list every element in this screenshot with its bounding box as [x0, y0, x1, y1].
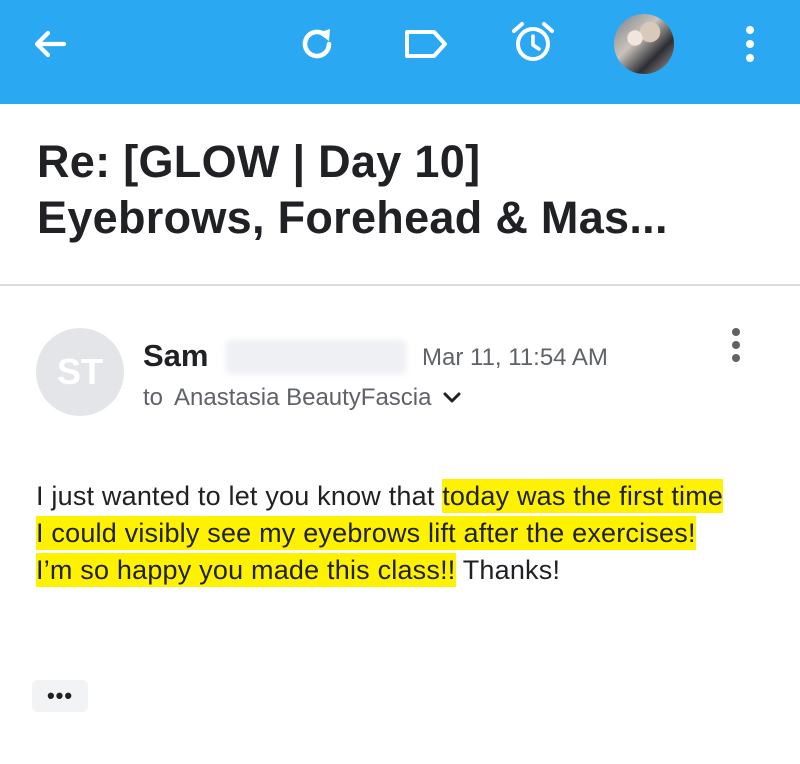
label-icon[interactable] [403, 28, 449, 60]
body-text-start: I just wanted to let you know that [36, 481, 443, 511]
email-date: Mar 11, 11:54 AM [422, 344, 608, 371]
sender-initials: ST [56, 351, 103, 392]
email-body: I just wanted to let you know that today… [36, 478, 736, 589]
alarm-clock-icon[interactable] [509, 18, 557, 66]
sender-avatar[interactable]: ST [36, 328, 124, 416]
ellipsis-label: ••• [46, 683, 74, 708]
email-subject: Re: [GLOW | Day 10] Eyebrows, Forehead &… [37, 134, 777, 246]
subject-header: Re: [GLOW | Day 10] Eyebrows, Forehead &… [0, 104, 800, 286]
account-avatar[interactable] [614, 14, 674, 74]
to-label: to [143, 384, 164, 411]
redacted-surname [226, 340, 406, 374]
app-bar [0, 0, 800, 104]
recipient-name: Anastasia BeautyFascia [174, 384, 432, 411]
chevron-down-icon[interactable] [442, 391, 462, 405]
body-text-end: Thanks! [455, 555, 561, 585]
arrow-back-icon[interactable] [30, 24, 70, 64]
subject-line-2: Eyebrows, Forehead & Mas... [37, 192, 668, 243]
sender-name: Sam [143, 338, 209, 373]
refresh-icon[interactable] [296, 23, 338, 65]
more-vert-icon[interactable] [726, 326, 746, 364]
more-vert-icon[interactable] [740, 24, 760, 64]
show-trimmed-content-button[interactable]: ••• [32, 680, 88, 712]
recipient-row[interactable]: to Anastasia BeautyFascia [143, 384, 462, 412]
subject-line-1: Re: [GLOW | Day 10] [37, 136, 481, 187]
